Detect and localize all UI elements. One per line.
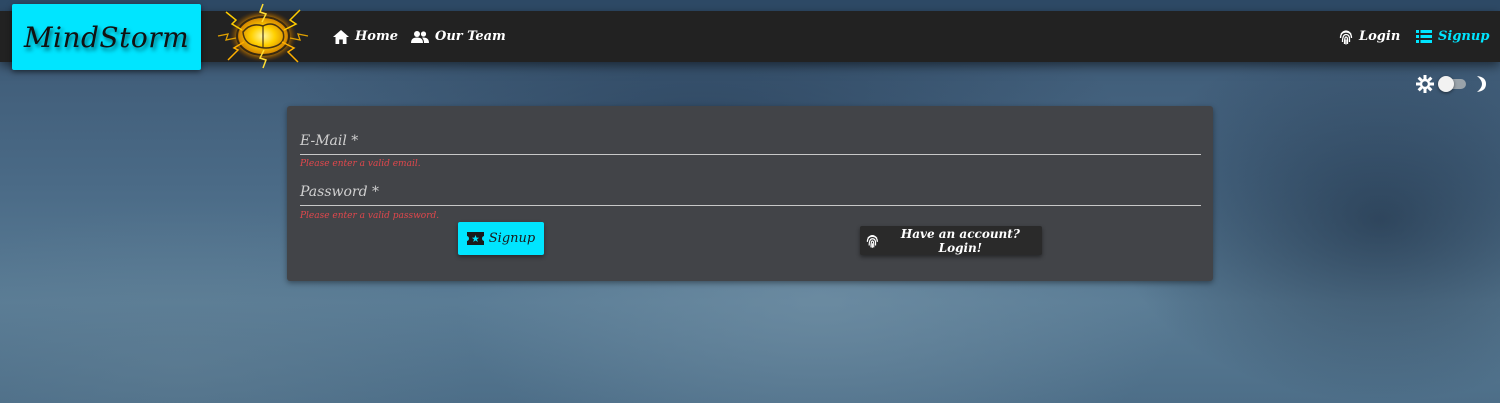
nav-our-team-link[interactable]: Our Team [411,11,506,62]
have-account-login-button[interactable]: Have an account? Login! [860,226,1042,255]
email-field-label[interactable]: E-Mail * [300,133,358,149]
brand-logo-box[interactable]: MindStorm [12,4,201,70]
fingerprint-icon [866,234,878,248]
nav-login-label: Login [1359,29,1401,44]
ticket-icon [466,232,484,245]
signup-button-label: Signup [488,231,536,246]
list-icon [1416,30,1432,43]
theme-switch-knob [1438,76,1454,92]
signup-button[interactable]: Signup [458,222,544,255]
home-icon [333,29,349,44]
email-error-message: Please enter a valid email. [300,159,421,169]
signup-form-card: E-Mail * Please enter a valid email. Pas… [287,106,1213,281]
group-icon [411,30,429,43]
theme-switch[interactable] [1438,76,1466,92]
nav-signup-label: Signup [1438,29,1490,44]
fingerprint-icon [1339,29,1353,44]
password-error-message: Please enter a valid password. [300,211,440,221]
brand-name: MindStorm [23,20,190,54]
nav-home-link[interactable]: Home [333,11,398,62]
email-field[interactable] [300,154,1201,155]
nav-signup-link[interactable]: Signup [1416,11,1489,62]
nav-home-label: Home [355,29,398,44]
password-field[interactable] [300,205,1201,206]
have-account-login-label: Have an account? Login! [900,226,1020,255]
nav-our-team-label: Our Team [435,29,506,44]
sun-icon [1416,75,1434,93]
theme-toggle[interactable] [1416,73,1494,95]
moon-icon [1477,76,1486,92]
password-field-label[interactable]: Password * [300,184,379,200]
nav-login-link[interactable]: Login [1339,11,1400,62]
brain-storm-logo [216,2,310,70]
